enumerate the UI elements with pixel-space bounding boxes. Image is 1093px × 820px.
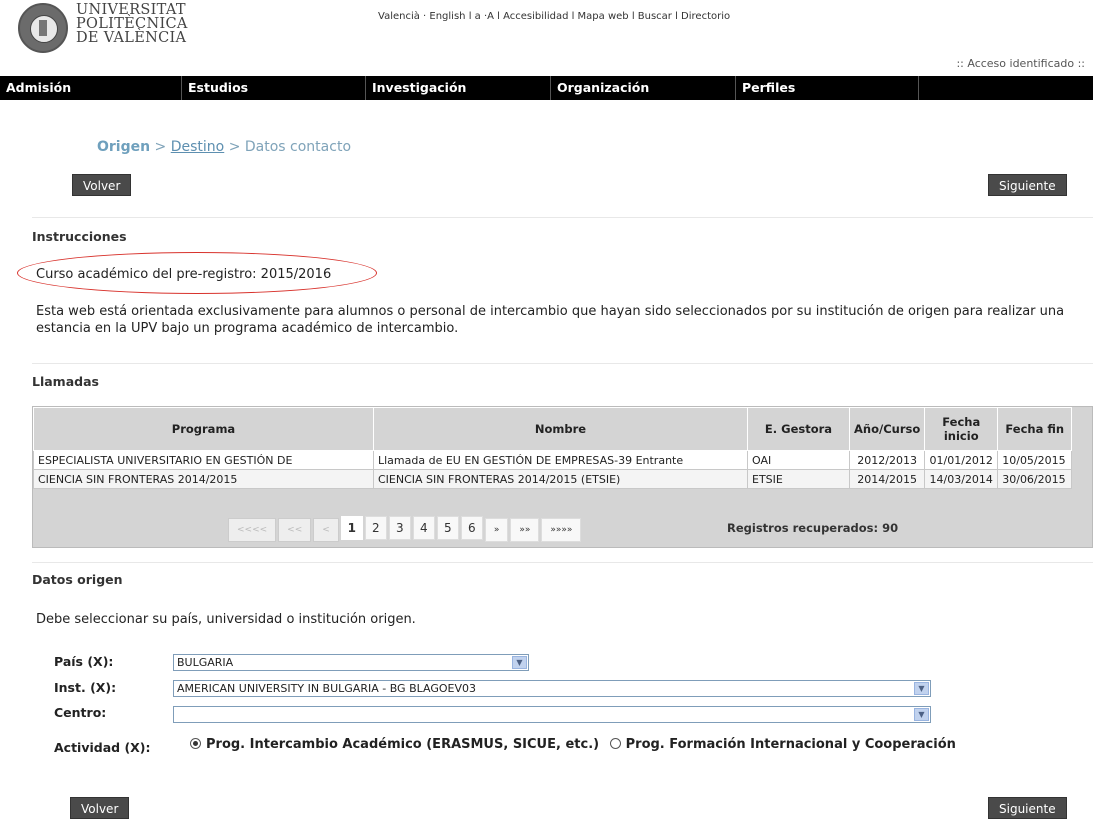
breadcrumb-last: Datos contacto xyxy=(244,139,352,155)
logo-line-2: POLITÈCNICA xyxy=(76,16,188,32)
pais-select[interactable]: BULGARIA ▼ xyxy=(173,654,529,671)
chevron-down-icon: ▼ xyxy=(914,708,929,721)
back-button-top[interactable]: Volver xyxy=(72,174,132,196)
nav-admision[interactable]: Admisión xyxy=(0,76,182,100)
origin-hint: Debe seleccionar su país, universidad o … xyxy=(36,612,416,627)
cell: 10/05/2015 xyxy=(997,450,1073,470)
back-button-bottom[interactable]: Volver xyxy=(70,797,130,819)
table-row[interactable]: CIENCIA SIN FRONTERAS 2014/2015 CIENCIA … xyxy=(33,469,1073,489)
chevron-down-icon: ▼ xyxy=(914,682,929,695)
nav-investigacion[interactable]: Investigación xyxy=(366,76,551,100)
inst-select[interactable]: AMERICAN UNIVERSITY IN BULGARIA - BG BLA… xyxy=(173,680,931,697)
actividad-label: Actividad (X): xyxy=(54,740,151,755)
breadcrumb-current: Origen xyxy=(97,139,151,155)
chevron-down-icon: ▼ xyxy=(512,656,527,669)
cell: ESPECIALISTA UNIVERSITARIO EN GESTIÓN DE xyxy=(33,450,374,470)
cell: 14/03/2014 xyxy=(924,469,999,489)
pais-label: País (X): xyxy=(54,654,114,669)
centro-label: Centro: xyxy=(54,705,107,720)
pager: <<<< << <1 2 3 4 5 6»»»»»»» xyxy=(228,516,583,542)
col-fecha-fin[interactable]: Fecha fin xyxy=(997,407,1073,451)
cell: ETSIE xyxy=(747,469,850,489)
cell: 30/06/2015 xyxy=(997,469,1073,489)
pager-next[interactable]: » xyxy=(484,518,509,542)
course-text: Curso académico del pre-registro: 2015/2… xyxy=(36,267,332,282)
logo-line-1: UNIVERSITAT xyxy=(76,2,186,18)
radio-intercambio[interactable] xyxy=(190,738,201,749)
pager-page-1[interactable]: 1 xyxy=(340,516,363,540)
pager-last[interactable]: »»»» xyxy=(541,518,582,542)
col-nombre[interactable]: Nombre xyxy=(373,407,748,451)
instructions-title: Instrucciones xyxy=(32,229,127,244)
upv-logo-text[interactable]: UNIVERSITAT POLITÈCNICA DE VALÈNCIA xyxy=(76,2,188,46)
breadcrumb-link-destino[interactable]: Destino xyxy=(171,139,225,155)
nav-perfiles[interactable]: Perfiles xyxy=(736,76,919,100)
cell: CIENCIA SIN FRONTERAS 2014/2015 xyxy=(33,469,374,489)
nav-estudios[interactable]: Estudios xyxy=(182,76,366,100)
upv-logo-seal[interactable] xyxy=(18,3,68,53)
pais-value: BULGARIA xyxy=(177,656,234,669)
radio-intercambio-label[interactable]: Prog. Intercambio Académico (ERASMUS, SI… xyxy=(206,737,599,752)
cell: CIENCIA SIN FRONTERAS 2014/2015 (ETSIE) xyxy=(373,469,748,489)
pager-prev[interactable]: < xyxy=(313,518,339,542)
pager-first[interactable]: <<<< xyxy=(228,518,277,542)
inst-label: Inst. (X): xyxy=(54,680,117,695)
col-curso[interactable]: Año/Curso xyxy=(848,407,926,451)
cell: OAI xyxy=(747,450,850,470)
top-links[interactable]: Valencià · English l a ·A l Accesibilida… xyxy=(378,11,730,22)
divider xyxy=(32,363,1093,364)
divider xyxy=(32,562,1093,563)
pager-prev2[interactable]: << xyxy=(278,518,312,542)
pager-page-3[interactable]: 3 xyxy=(388,516,411,540)
calls-title: Llamadas xyxy=(32,374,99,389)
col-gestora[interactable]: E. Gestora xyxy=(747,407,850,451)
pager-page-2[interactable]: 2 xyxy=(364,516,387,540)
table-header-row: Programa Nombre E. Gestora Año/Curso Fec… xyxy=(33,407,1073,451)
cell: 2014/2015 xyxy=(848,469,926,489)
instructions-text: Esta web está orientada exclusivamente p… xyxy=(36,304,1065,336)
cell: Llamada de EU EN GESTIÓN DE EMPRESAS-39 … xyxy=(373,450,748,470)
nav-organizacion[interactable]: Organización xyxy=(551,76,736,100)
radio-formacion-label[interactable]: Prog. Formación Internacional y Cooperac… xyxy=(626,737,956,752)
pager-next2[interactable]: »» xyxy=(510,518,540,542)
col-programa[interactable]: Programa xyxy=(33,407,374,451)
col-fecha-inicio[interactable]: Fecha inicio xyxy=(924,407,999,451)
cell: 2012/2013 xyxy=(848,450,926,470)
breadcrumb: Origen > Destino > Datos contacto xyxy=(97,139,352,155)
actividad-options: Prog. Intercambio Académico (ERASMUS, SI… xyxy=(190,737,956,752)
next-button-top[interactable]: Siguiente xyxy=(988,174,1067,196)
centro-select[interactable]: ▼ xyxy=(173,706,931,723)
table-row[interactable]: ESPECIALISTA UNIVERSITARIO EN GESTIÓN DE… xyxy=(33,450,1073,470)
main-nav: Admisión Estudios Investigación Organiza… xyxy=(0,76,1093,100)
divider xyxy=(32,217,1093,218)
access-link[interactable]: :: Acceso identificado :: xyxy=(956,57,1085,70)
cell: 01/01/2012 xyxy=(924,450,999,470)
inst-value: AMERICAN UNIVERSITY IN BULGARIA - BG BLA… xyxy=(177,682,476,695)
pager-page-5[interactable]: 5 xyxy=(436,516,459,540)
records-count: Registros recuperados: 90 xyxy=(727,521,899,535)
pager-page-6[interactable]: 6 xyxy=(460,516,483,540)
next-button-bottom[interactable]: Siguiente xyxy=(988,797,1067,819)
logo-line-3: DE VALÈNCIA xyxy=(76,30,187,46)
radio-formacion[interactable] xyxy=(609,738,621,749)
origin-title: Datos origen xyxy=(32,572,123,587)
pager-page-4[interactable]: 4 xyxy=(412,516,435,540)
